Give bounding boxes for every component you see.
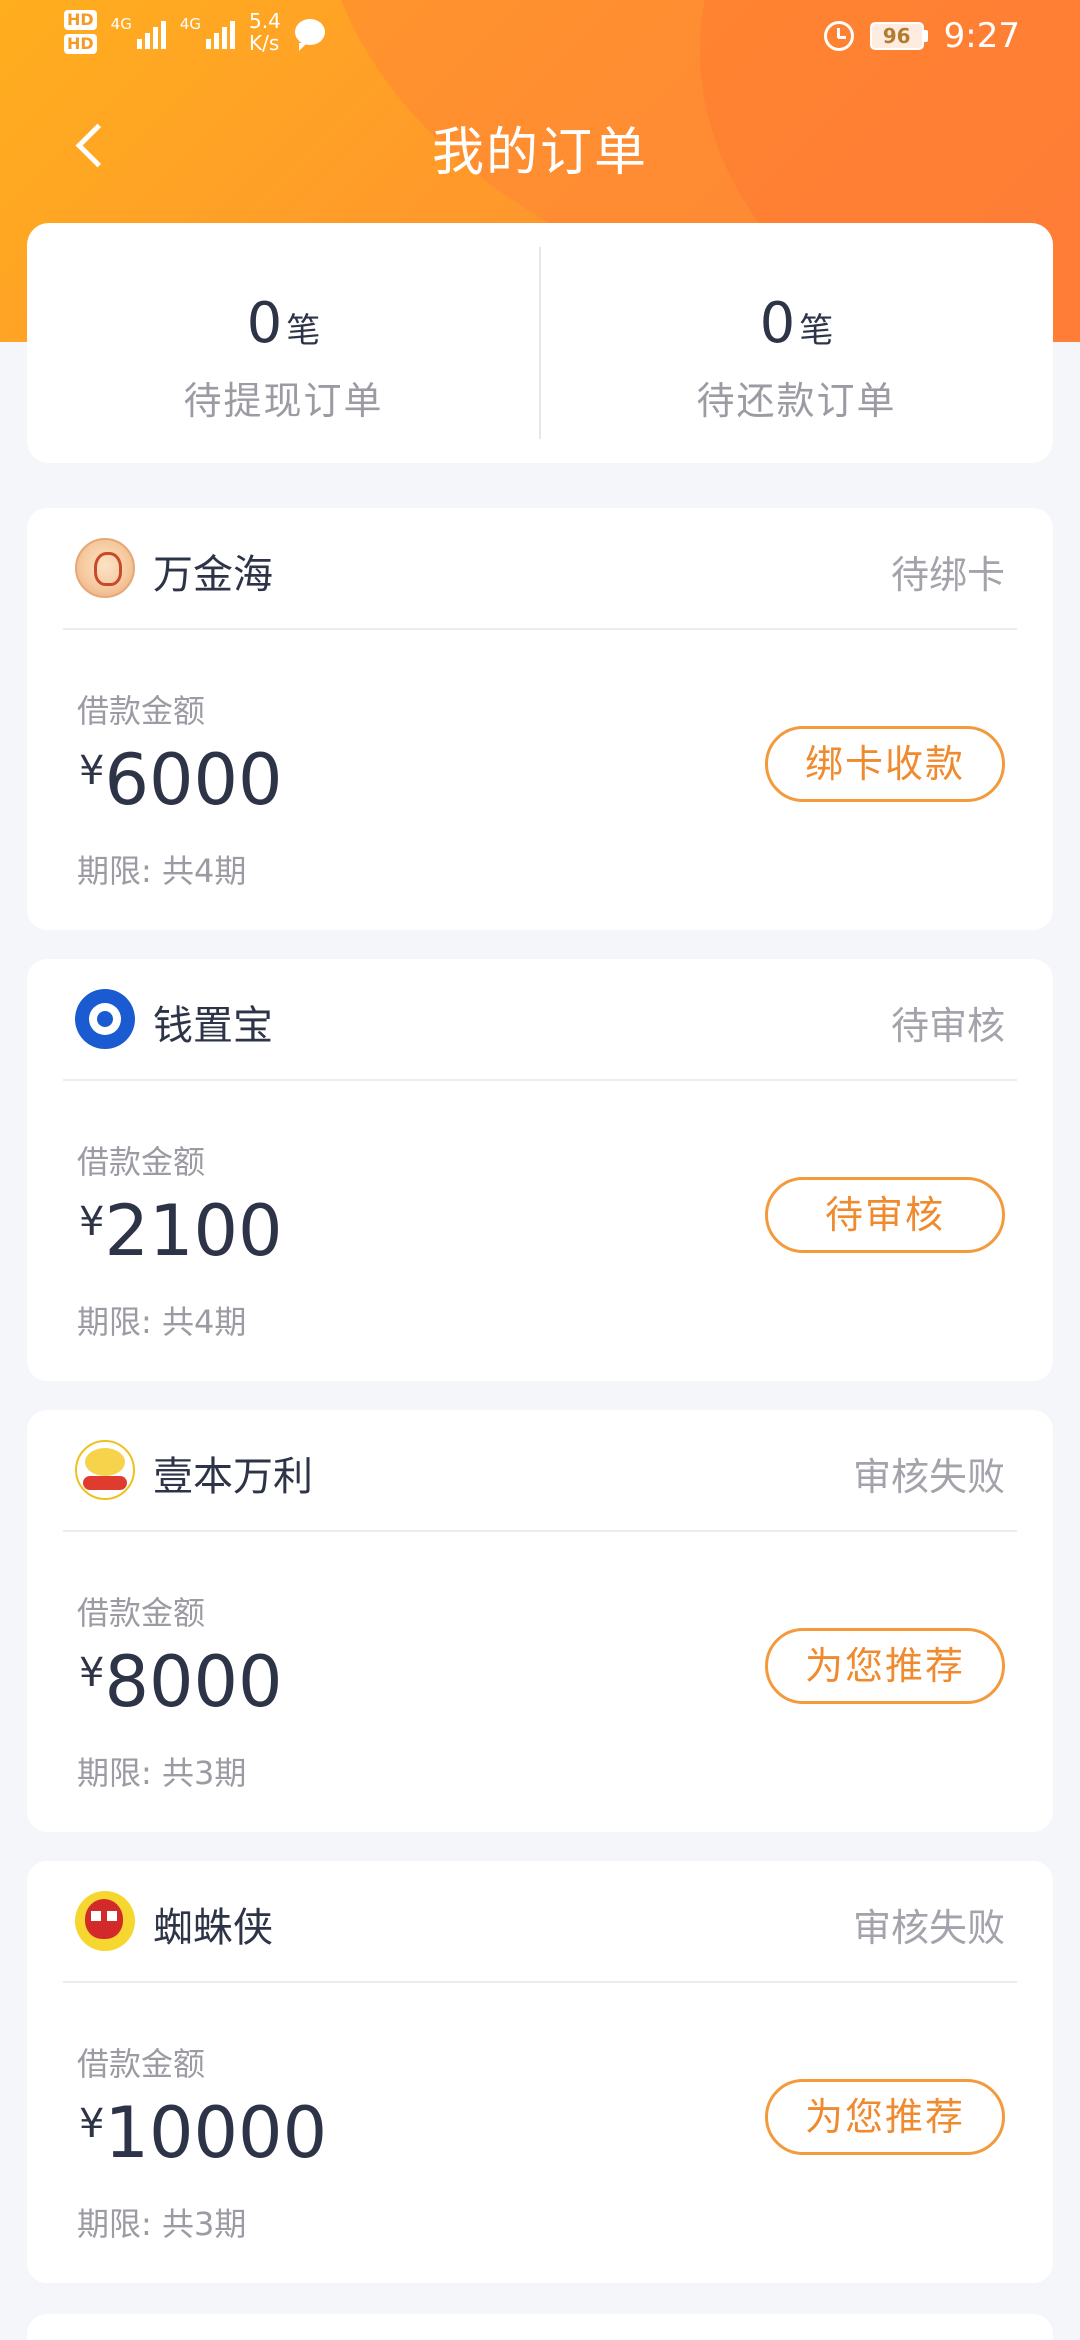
loan-amount: ¥10000	[79, 2093, 327, 2173]
page-title: 我的订单	[431, 123, 648, 183]
order-summary-card: 0笔 待提现订单 0笔 待还款订单	[27, 223, 1053, 463]
message-icon	[294, 19, 325, 51]
battery-icon: 96	[869, 22, 928, 50]
amount-value: 8000	[104, 1641, 283, 1723]
hd-indicators: HD HD	[64, 10, 97, 54]
loan-term: 期限: 共4期	[77, 1303, 247, 1341]
order-header: 万金海 待绑卡	[27, 508, 1053, 628]
amount-label: 借款金额	[77, 1594, 206, 1632]
amount-label: 借款金额	[77, 1143, 206, 1181]
loan-amount: ¥8000	[79, 1642, 283, 1722]
lender-logo-icon	[75, 989, 135, 1049]
divider	[63, 1981, 1017, 1983]
repay-count: 0	[759, 291, 796, 356]
lender-name: 壹本万利	[153, 1454, 313, 1500]
status-time: 9:27	[943, 16, 1020, 56]
amount-label: 借款金额	[77, 2045, 206, 2083]
order-status: 审核失败	[852, 1455, 1005, 1499]
divider	[63, 628, 1017, 630]
battery-level: 96	[869, 22, 924, 50]
currency-symbol: ¥	[79, 2101, 105, 2147]
currency-symbol: ¥	[79, 748, 105, 794]
alarm-icon	[823, 21, 854, 51]
status-right: 96 9:27	[823, 16, 1020, 56]
lender-logo-icon	[75, 1891, 135, 1951]
divider	[63, 1079, 1017, 1081]
status-left: HD HD 4G 4G 5.4 K/s	[64, 10, 325, 54]
pending-review-button[interactable]: 待审核	[765, 1177, 1005, 1253]
hd-badge: HD	[64, 10, 97, 30]
order-card[interactable]: 万金海 待绑卡 借款金额 ¥6000 期限: 共4期 绑卡收款	[27, 508, 1053, 930]
amount-value: 2100	[104, 1190, 283, 1272]
network-speed: 5.4 K/s	[249, 10, 281, 54]
order-header: 蜘蛛侠 审核失败	[27, 1861, 1053, 1981]
amount-value: 6000	[104, 739, 283, 821]
lender-name: 蜘蛛侠	[153, 1905, 273, 1951]
divider	[63, 1530, 1017, 1532]
order-card[interactable]: 壹本万利 审核失败 借款金额 ¥8000 期限: 共3期 为您推荐	[27, 1410, 1053, 1832]
hd-badge: HD	[64, 34, 97, 54]
order-status: 待绑卡	[890, 553, 1005, 597]
summary-withdraw[interactable]: 0笔 待提现订单	[27, 223, 540, 463]
currency-symbol: ¥	[79, 1199, 105, 1245]
network-speed-value: 5.4	[249, 9, 281, 33]
withdraw-unit: 笔	[286, 311, 321, 351]
network-type: 4G	[110, 15, 132, 33]
nav-bar: 我的订单	[0, 100, 1080, 190]
order-card[interactable]: 钱置宝 待审核 借款金额 ¥2100 期限: 共4期 待审核	[27, 959, 1053, 1381]
loan-term: 期限: 共3期	[77, 2205, 247, 2243]
order-card-partial[interactable]	[27, 2314, 1053, 2340]
order-card[interactable]: 蜘蛛侠 审核失败 借款金额 ¥10000 期限: 共3期 为您推荐	[27, 1861, 1053, 2283]
amount-value: 10000	[104, 2092, 328, 2174]
loan-amount: ¥6000	[79, 740, 283, 820]
amount-label: 借款金额	[77, 692, 206, 730]
lender-name: 钱置宝	[153, 1003, 273, 1049]
currency-symbol: ¥	[79, 1650, 105, 1696]
loan-term: 期限: 共4期	[77, 852, 247, 890]
lender-logo-icon	[75, 1440, 135, 1500]
loan-amount: ¥2100	[79, 1191, 283, 1271]
order-status: 待审核	[890, 1004, 1005, 1048]
loan-term: 期限: 共3期	[77, 1754, 247, 1792]
recommend-button[interactable]: 为您推荐	[765, 2079, 1005, 2155]
repay-unit: 笔	[799, 311, 834, 351]
summary-divider	[539, 247, 541, 439]
order-header: 壹本万利 审核失败	[27, 1410, 1053, 1530]
signal-icon: 4G	[111, 15, 166, 49]
bind-card-button[interactable]: 绑卡收款	[765, 726, 1005, 802]
network-type: 4G	[179, 15, 202, 33]
repay-label: 待还款订单	[696, 379, 897, 423]
order-header: 钱置宝 待审核	[27, 959, 1053, 1079]
withdraw-label: 待提现订单	[183, 379, 384, 423]
summary-repay[interactable]: 0笔 待还款订单	[540, 223, 1053, 463]
order-status: 审核失败	[852, 1906, 1005, 1950]
lender-logo-icon	[75, 538, 135, 598]
lender-name: 万金海	[153, 552, 273, 598]
recommend-button[interactable]: 为您推荐	[765, 1628, 1005, 1704]
status-bar: HD HD 4G 4G 5.4 K/s 96 9:27	[0, 0, 1080, 72]
signal-icon: 4G	[179, 15, 236, 49]
withdraw-count: 0	[246, 291, 283, 356]
network-speed-unit: K/s	[249, 31, 280, 55]
